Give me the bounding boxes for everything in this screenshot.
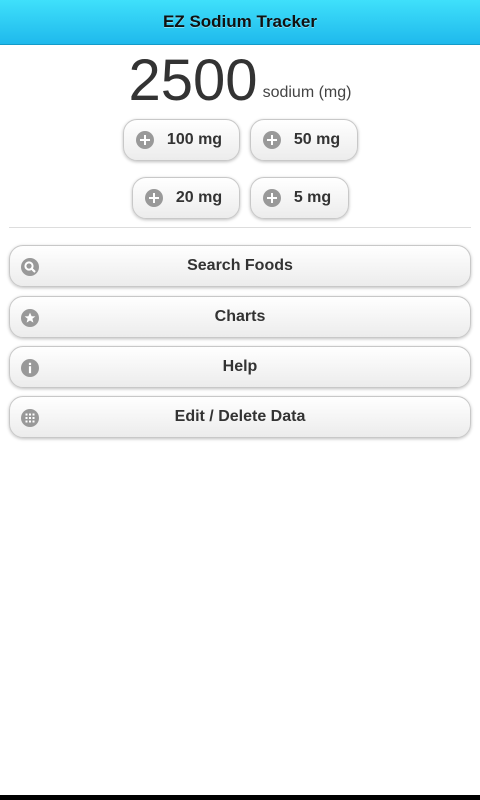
menu-label: Charts [214, 308, 266, 325]
add-button-label: 100 mg [166, 131, 223, 148]
divider [9, 227, 471, 228]
add-button-label: 50 mg [293, 131, 341, 148]
menu-label: Help [222, 358, 258, 375]
edit-delete-data-button[interactable]: Edit / Delete Data [9, 396, 471, 438]
app-title: EZ Sodium Tracker [163, 12, 317, 31]
plus-icon [145, 189, 163, 207]
sodium-total: 2500 sodium (mg) [0, 46, 480, 112]
add-5mg-button[interactable]: 5 mg [250, 177, 349, 219]
add-50mg-button[interactable]: 50 mg [250, 119, 358, 161]
sodium-total-unit: sodium (mg) [262, 84, 352, 101]
help-button[interactable]: Help [9, 346, 471, 388]
bottom-bar [0, 795, 480, 800]
search-foods-button[interactable]: Search Foods [9, 245, 471, 287]
add-button-label: 20 mg [175, 189, 223, 206]
menu-label: Edit / Delete Data [174, 408, 306, 425]
plus-icon [263, 131, 281, 149]
add-100mg-button[interactable]: 100 mg [123, 119, 240, 161]
add-button-label: 5 mg [293, 189, 332, 206]
add-20mg-button[interactable]: 20 mg [132, 177, 240, 219]
plus-icon [136, 131, 154, 149]
menu-label: Search Foods [187, 257, 293, 274]
app-header: EZ Sodium Tracker [0, 0, 480, 44]
charts-button[interactable]: Charts [9, 296, 471, 338]
sodium-total-value: 2500 [128, 48, 258, 113]
plus-icon [263, 189, 281, 207]
